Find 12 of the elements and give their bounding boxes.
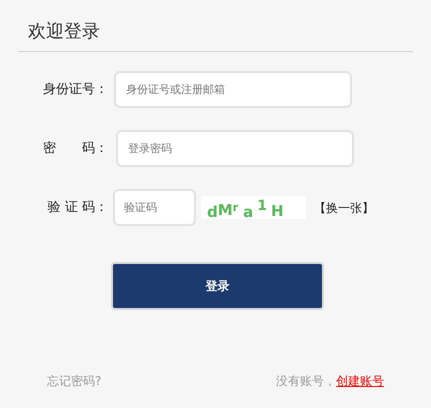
create-account-link[interactable]: 创建账号 (336, 372, 384, 390)
field-label: 验 证 码： (48, 198, 108, 217)
input-field[interactable]: 登录密码 (116, 130, 354, 167)
field-label: 密 码： (43, 140, 108, 158)
refresh-captcha-link[interactable]: 【换一张】 (314, 198, 374, 216)
input-field[interactable]: 身份证号或注册邮箱 (114, 71, 352, 108)
login-button[interactable]: 登录 (111, 262, 324, 310)
field-label: 身份证号： (43, 80, 108, 99)
no-account-text: 没有账号， (276, 373, 336, 390)
page-title: 欢迎登录 (28, 21, 100, 42)
forgot-password-link[interactable]: 忘记密码? (47, 372, 102, 390)
captcha-field[interactable]: 验证码 (113, 189, 196, 226)
